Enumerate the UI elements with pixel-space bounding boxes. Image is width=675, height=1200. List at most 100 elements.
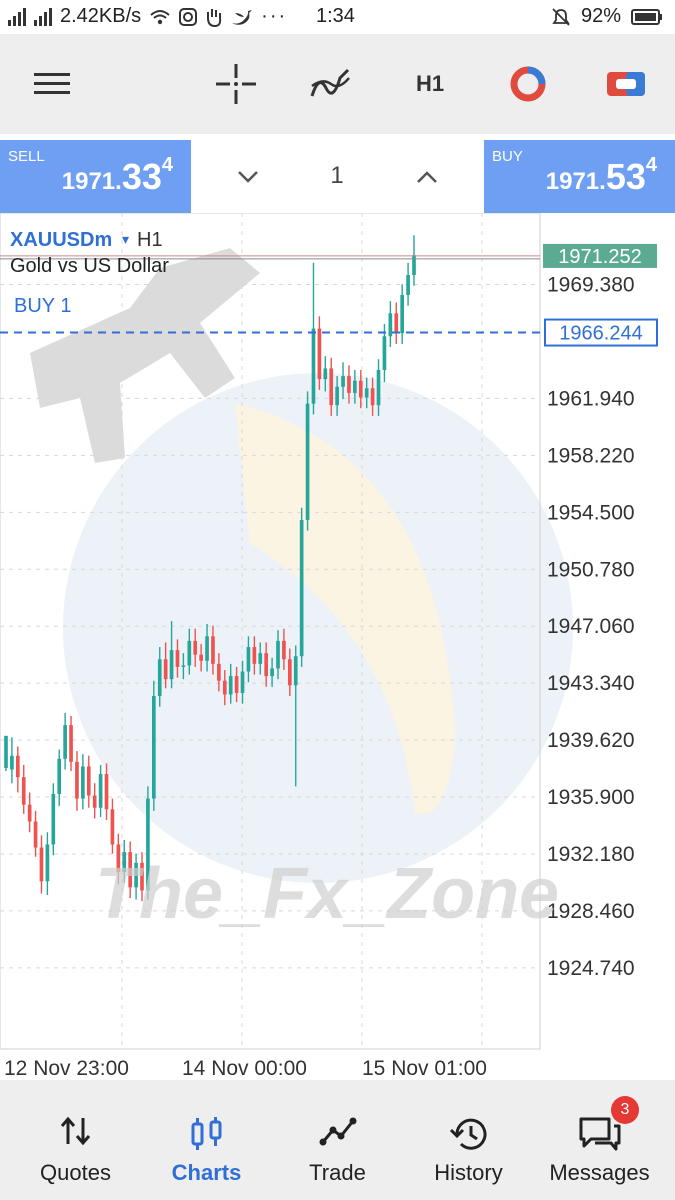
- candle-body: [400, 294, 405, 334]
- candle-body: [406, 275, 410, 295]
- candle-body: [329, 368, 334, 406]
- candle-body: [293, 656, 298, 686]
- menu-button[interactable]: [20, 52, 84, 116]
- candle-body: [15, 755, 20, 778]
- lot-value[interactable]: 1: [321, 162, 353, 190]
- chevron-up-icon: [417, 171, 437, 183]
- mute-icon: [552, 7, 570, 26]
- candle-body: [276, 640, 280, 669]
- candle-body: [228, 676, 233, 695]
- y-tick-label: 1939.620: [547, 729, 635, 752]
- price-axis: 1969.380 1961.940 1958.220 1954.500 1950.780…: [547, 274, 635, 980]
- candle-body: [169, 650, 174, 680]
- candle-body: [217, 663, 221, 681]
- y-tick-label: 1932.180: [547, 843, 635, 866]
- x-tick-label: 12 Nov 23:00: [4, 1057, 129, 1080]
- candle-body: [358, 380, 363, 398]
- y-tick-label: 1969.380: [547, 274, 635, 297]
- twitter-icon: [232, 9, 253, 25]
- nav-trade-label: Trade: [309, 1160, 366, 1185]
- account-button[interactable]: [594, 52, 658, 116]
- charts-icon: [191, 1117, 221, 1150]
- candle-body: [181, 665, 186, 667]
- objects-button[interactable]: [496, 52, 560, 116]
- buy-button[interactable]: BUY 1971.534: [484, 140, 675, 213]
- battery-icon: [631, 8, 662, 25]
- nav-history[interactable]: History: [401, 1080, 536, 1200]
- instagram-icon: [179, 7, 198, 26]
- y-tick-label: 1961.940: [547, 387, 635, 410]
- x-tick-label: 14 Nov 00:00: [182, 1057, 307, 1080]
- sell-button[interactable]: SELL 1971.334: [0, 140, 191, 213]
- bottom-navigation: Quotes Charts Trade History Messages: [0, 1080, 675, 1200]
- candle-body: [376, 369, 381, 406]
- menu-icon: [34, 73, 70, 94]
- signal-icon: [34, 7, 52, 26]
- increase-lot-button[interactable]: [412, 162, 442, 192]
- candle-body: [51, 793, 56, 845]
- messages-icon: [579, 1117, 620, 1151]
- chevron-down-icon: [238, 171, 258, 183]
- battery-percent: 92%: [580, 5, 621, 27]
- candle-body: [157, 659, 162, 697]
- wifi-icon: [150, 9, 170, 24]
- indicators-button[interactable]: [298, 52, 362, 116]
- candle-body: [240, 671, 245, 693]
- sell-price: 1971.334: [61, 154, 173, 197]
- candle-body: [287, 659, 292, 686]
- symbol-dropdown-icon[interactable]: ▾: [122, 231, 129, 247]
- trade-icon: [319, 1117, 356, 1146]
- signal-icon: [8, 7, 26, 26]
- candle-body: [258, 653, 263, 664]
- candle-body: [264, 653, 269, 677]
- candle-body: [246, 647, 251, 672]
- candle-body: [282, 640, 286, 660]
- crosshair-icon: [216, 64, 256, 104]
- candle-body: [205, 636, 209, 661]
- y-tick-label: 1954.500: [547, 501, 635, 524]
- sell-label: SELL: [8, 148, 45, 165]
- candle-body: [175, 650, 180, 667]
- quotes-icon: [60, 1116, 90, 1146]
- x-tick-label: 15 Nov 01:00: [362, 1057, 487, 1080]
- timeframe-button[interactable]: H1: [398, 52, 462, 116]
- more-dots-icon: ···: [261, 5, 288, 27]
- candle-body: [81, 766, 85, 799]
- decrease-lot-button[interactable]: [233, 162, 263, 192]
- nav-messages[interactable]: Messages: [532, 1080, 667, 1200]
- candle-body: [10, 755, 14, 770]
- nav-charts[interactable]: Charts: [139, 1080, 274, 1200]
- y-tick-label: 1935.900: [547, 786, 635, 809]
- candle-body: [187, 640, 192, 666]
- symbol-label: XAUUSDm: [10, 229, 112, 251]
- status-time: 1:34: [316, 5, 355, 27]
- chart-canvas[interactable]: 1969.380 1961.940 1958.220 1954.500 1950.780…: [0, 213, 675, 1083]
- candle-body: [33, 821, 38, 848]
- candle-body: [21, 777, 26, 805]
- candle-body: [252, 647, 257, 664]
- candle-body: [382, 336, 387, 370]
- candle-body: [370, 388, 375, 406]
- candle-body: [163, 659, 168, 680]
- y-tick-label: 1950.780: [547, 558, 635, 581]
- chart-timeframe: H1: [137, 229, 163, 251]
- order-label: BUY 1: [14, 295, 71, 317]
- candle-body: [347, 376, 351, 393]
- candle-body: [151, 696, 156, 799]
- current-price-text: 1971.252: [558, 246, 641, 268]
- candle-body: [388, 313, 393, 337]
- candle-body: [323, 368, 328, 380]
- candle-body: [86, 766, 91, 796]
- candle-body: [270, 668, 274, 677]
- nav-quotes[interactable]: Quotes: [8, 1080, 143, 1200]
- y-tick-label: 1943.340: [547, 672, 635, 695]
- crosshair-button[interactable]: [204, 52, 268, 116]
- time-axis: 12 Nov 23:00 14 Nov 00:00 15 Nov 01:00: [4, 1057, 487, 1080]
- history-icon: [449, 1118, 486, 1150]
- candle-body: [299, 519, 304, 657]
- candle-body: [364, 388, 369, 398]
- nav-trade[interactable]: Trade: [270, 1080, 405, 1200]
- price-chart[interactable]: 1969.380 1961.940 1958.220 1954.500 1950.780…: [0, 213, 675, 1083]
- candle-body: [27, 804, 32, 822]
- candle-body: [104, 774, 109, 810]
